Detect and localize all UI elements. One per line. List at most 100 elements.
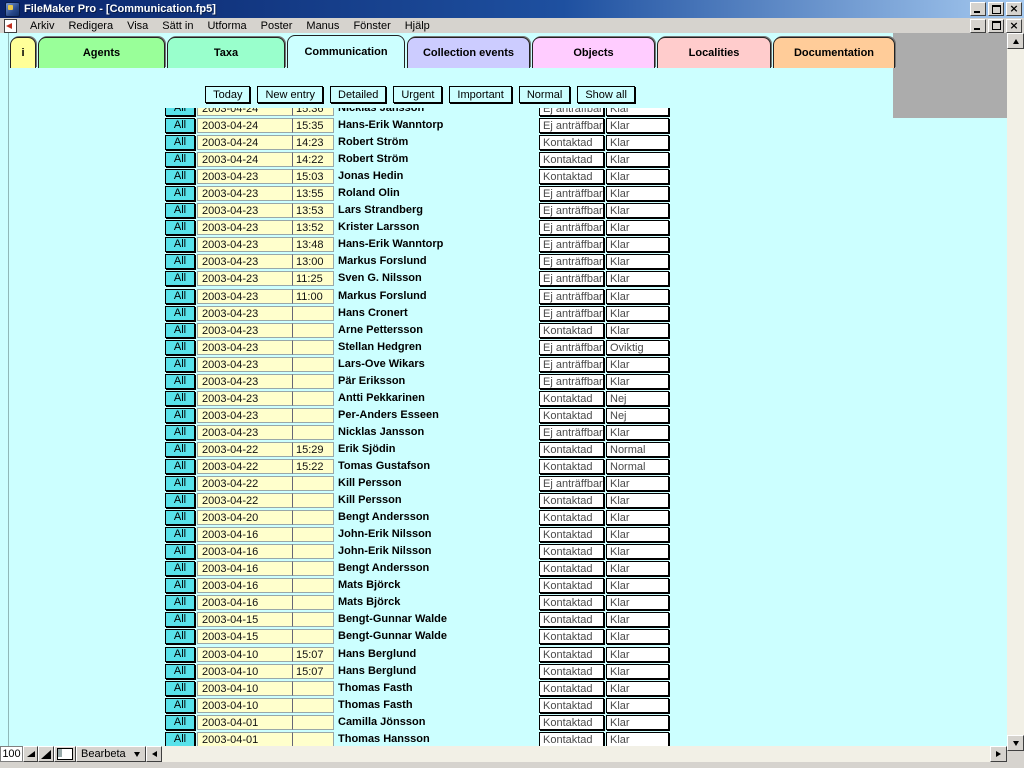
priority-field[interactable]: Klar [606,629,669,644]
status-field[interactable]: Ej anträffbar [539,306,604,321]
name-cell[interactable]: Lars-Ove Wikars [338,357,536,372]
status-field[interactable]: Kontaktad [539,629,604,644]
name-cell[interactable]: Sven G. Nilsson [338,271,536,286]
date-cell[interactable]: 2003-04-16 [197,578,292,593]
all-button[interactable]: All [165,595,195,610]
priority-field[interactable]: Klar [606,271,669,286]
status-field[interactable]: Kontaktad [539,698,604,713]
filter-button-urgent[interactable]: Urgent [393,86,442,103]
date-cell[interactable]: 2003-04-10 [197,647,292,662]
priority-field[interactable]: Klar [606,544,669,559]
time-cell[interactable] [292,612,334,627]
priority-field[interactable]: Klar [606,527,669,542]
priority-field[interactable]: Klar [606,220,669,235]
time-cell[interactable]: 11:25 [292,271,334,286]
date-cell[interactable]: 2003-04-23 [197,237,292,252]
all-button[interactable]: All [165,186,195,201]
time-cell[interactable] [292,732,334,746]
time-cell[interactable]: 15:22 [292,459,334,474]
date-cell[interactable]: 2003-04-10 [197,698,292,713]
date-cell[interactable]: 2003-04-16 [197,561,292,576]
all-button[interactable]: All [165,289,195,304]
status-field[interactable]: Kontaktad [539,595,604,610]
date-cell[interactable]: 2003-04-22 [197,459,292,474]
all-button[interactable]: All [165,323,195,338]
menu-hj-lp[interactable]: Hjälp [398,20,437,32]
status-field[interactable]: Kontaktad [539,527,604,542]
name-cell[interactable]: Hans-Erik Wanntorp [338,118,536,133]
status-field[interactable]: Kontaktad [539,152,604,167]
menu-redigera[interactable]: Redigera [61,20,120,32]
zoom-out-button[interactable] [23,746,38,762]
name-cell[interactable]: Hans Berglund [338,647,536,662]
all-button[interactable]: All [165,715,195,730]
status-field[interactable]: Kontaktad [539,647,604,662]
status-field[interactable]: Kontaktad [539,493,604,508]
name-cell[interactable]: Markus Forslund [338,254,536,269]
date-cell[interactable]: 2003-04-23 [197,425,292,440]
menu-f-nster[interactable]: Fönster [346,20,397,32]
priority-field[interactable]: Klar [606,374,669,389]
priority-field[interactable]: Klar [606,254,669,269]
status-field[interactable]: Ej anträffbar [539,425,604,440]
name-cell[interactable]: Markus Forslund [338,289,536,304]
all-button[interactable]: All [165,732,195,746]
priority-field[interactable]: Klar [606,612,669,627]
date-cell[interactable]: 2003-04-23 [197,203,292,218]
all-button[interactable]: All [165,578,195,593]
name-cell[interactable]: Nicklas Jansson [338,425,536,440]
status-field[interactable]: Kontaktad [539,459,604,474]
filter-button-today[interactable]: Today [205,86,250,103]
date-cell[interactable]: 2003-04-23 [197,186,292,201]
doc-close-button[interactable]: × [1006,19,1022,33]
all-button[interactable]: All [165,612,195,627]
hscroll-left-button[interactable] [146,746,162,762]
time-cell[interactable]: 13:48 [292,237,334,252]
status-field[interactable]: Kontaktad [539,578,604,593]
date-cell[interactable]: 2003-04-23 [197,391,292,406]
priority-field[interactable]: Klar [606,306,669,321]
filter-button-normal[interactable]: Normal [519,86,570,103]
all-button[interactable]: All [165,169,195,184]
date-cell[interactable]: 2003-04-24 [197,135,292,150]
document-icon[interactable] [4,19,17,33]
close-button[interactable]: × [1006,2,1022,16]
tab-localities[interactable]: Localities [657,37,771,68]
all-button[interactable]: All [165,374,195,389]
time-cell[interactable] [292,698,334,713]
layout-mode-button[interactable] [54,746,76,762]
menu-manus[interactable]: Manus [299,20,346,32]
time-cell[interactable]: 13:55 [292,186,334,201]
time-cell[interactable] [292,391,334,406]
tab-agents[interactable]: Agents [38,37,165,68]
all-button[interactable]: All [165,203,195,218]
status-field[interactable]: Kontaktad [539,681,604,696]
scroll-up-button[interactable] [1007,33,1024,49]
status-field[interactable]: Kontaktad [539,135,604,150]
date-cell[interactable]: 2003-04-16 [197,595,292,610]
name-cell[interactable]: Antti Pekkarinen [338,391,536,406]
tab-taxa[interactable]: Taxa [167,37,285,68]
all-button[interactable]: All [165,220,195,235]
status-field[interactable]: Ej anträffbar [539,220,604,235]
menu-poster[interactable]: Poster [254,20,300,32]
all-button[interactable]: All [165,254,195,269]
priority-field[interactable]: Klar [606,561,669,576]
status-field[interactable]: Ej anträffbar [539,108,604,116]
all-button[interactable]: All [165,664,195,679]
name-cell[interactable]: Krister Larsson [338,220,536,235]
mode-dropdown[interactable]: Bearbeta [76,746,146,762]
status-field[interactable]: Kontaktad [539,612,604,627]
time-cell[interactable] [292,595,334,610]
priority-field[interactable]: Klar [606,135,669,150]
priority-field[interactable]: Klar [606,169,669,184]
priority-field[interactable]: Klar [606,510,669,525]
time-cell[interactable]: 15:35 [292,118,334,133]
all-button[interactable]: All [165,118,195,133]
status-field[interactable]: Ej anträffbar [539,186,604,201]
zoom-level-box[interactable]: 100 [0,746,23,762]
priority-field[interactable]: Klar [606,237,669,252]
name-cell[interactable]: Bengt-Gunnar Walde [338,612,536,627]
priority-field[interactable]: Klar [606,425,669,440]
status-field[interactable]: Kontaktad [539,715,604,730]
